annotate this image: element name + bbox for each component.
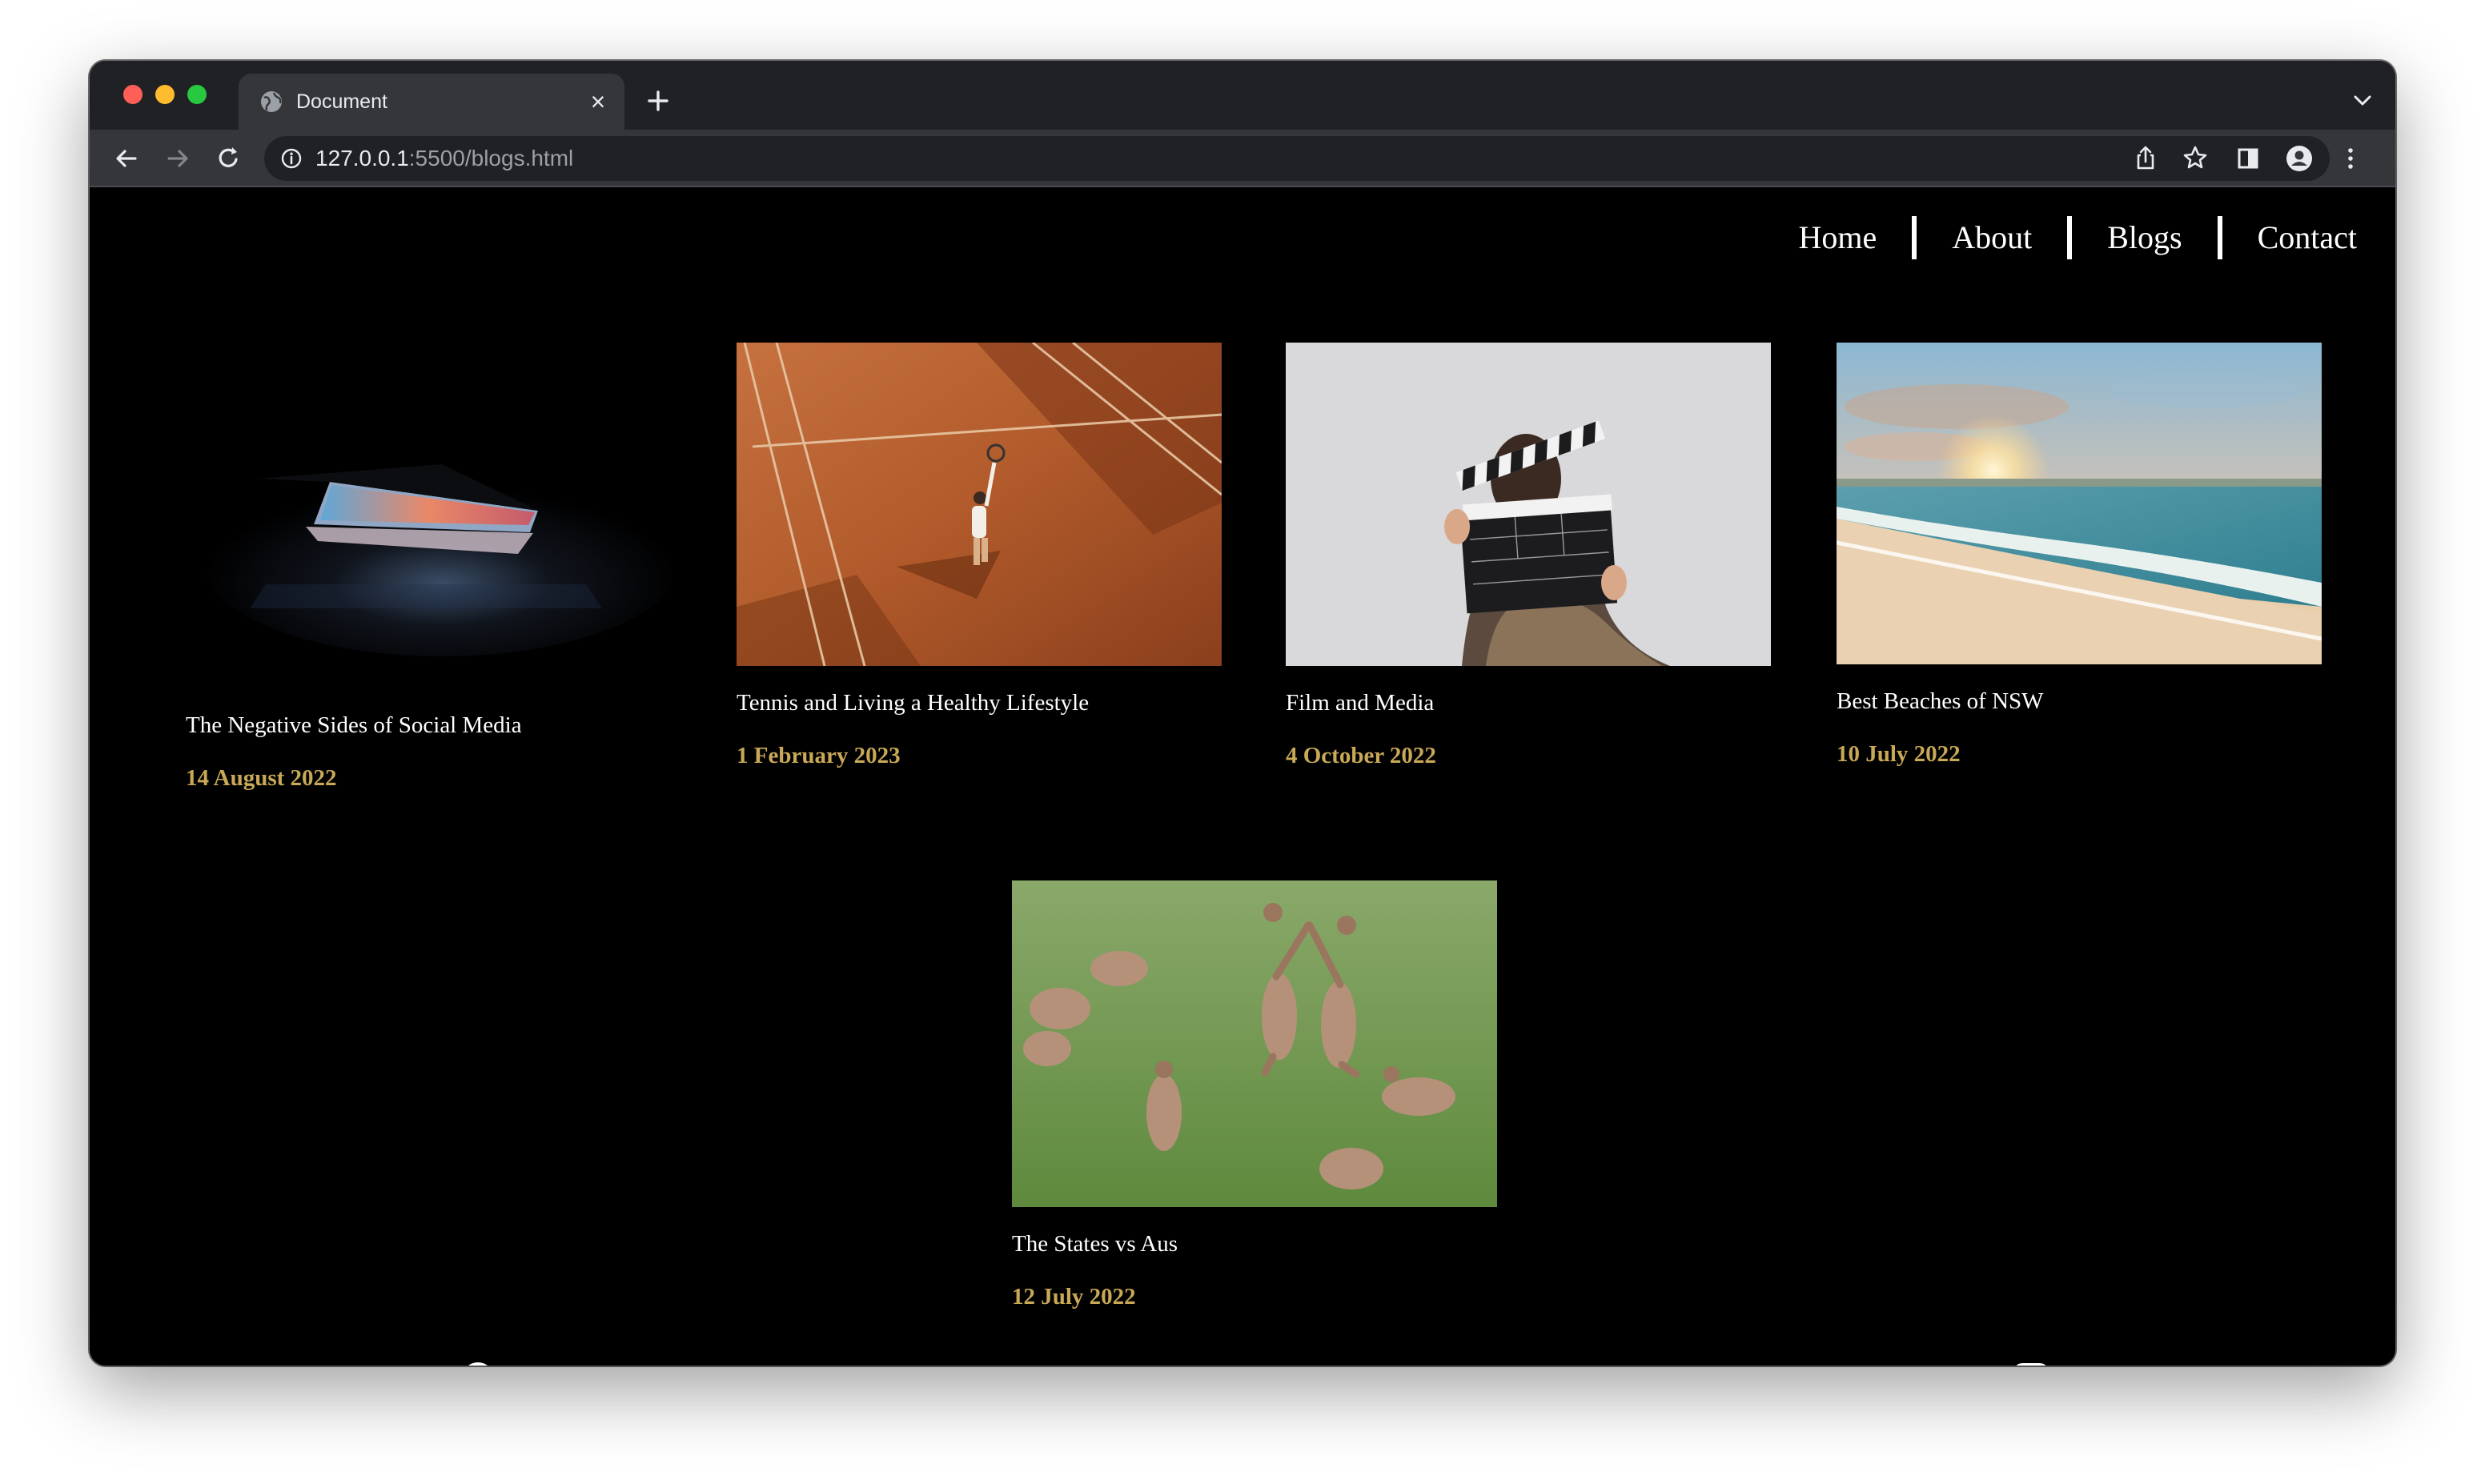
post-title[interactable]: Film and Media [1286, 688, 1771, 717]
globe-icon [261, 91, 282, 112]
share-icon[interactable] [2130, 142, 2162, 174]
tab-search-chevron-icon[interactable] [2349, 88, 2376, 112]
post-image-kangaroos[interactable] [1012, 880, 1497, 1207]
url-host: 127.0.0.1 [315, 146, 409, 170]
post-date: 1 February 2023 [737, 743, 901, 768]
post-title[interactable]: Best Beaches of NSW [1837, 687, 2322, 716]
post-image-laptop[interactable] [186, 344, 671, 688]
address-bar[interactable]: 127.0.0.1:5500/blogs.html [264, 136, 2330, 181]
blog-card[interactable]: Best Beaches of NSW 10 July 2022 [1837, 343, 2322, 768]
post-title[interactable]: The States vs Aus [1012, 1229, 1497, 1258]
close-window-button[interactable] [123, 85, 143, 104]
post-image-tennis[interactable] [737, 343, 1222, 666]
close-tab-icon[interactable]: × [584, 88, 612, 115]
browser-menu-icon[interactable] [2334, 142, 2367, 174]
side-panel-icon[interactable] [2232, 142, 2264, 174]
zoom-window-button[interactable] [187, 85, 207, 104]
forward-arrow-icon[interactable] [162, 142, 194, 174]
post-date: 12 July 2022 [1012, 1284, 1136, 1310]
footer-social-icon[interactable] [460, 1362, 496, 1366]
browser-window: Document × 127.0.0.1:5500/blogs.html Hom… [90, 61, 2395, 1366]
browser-toolbar: 127.0.0.1:5500/blogs.html [90, 130, 2395, 187]
nav-blogs-link[interactable]: Blogs [2107, 219, 2182, 257]
url-path: :5500/blogs.html [408, 146, 574, 170]
nav-contact-link[interactable]: Contact [2258, 219, 2357, 257]
post-image-beach[interactable] [1837, 343, 2322, 664]
blogs-page: Home About Blogs Contact The Negative Si… [90, 187, 2395, 1366]
bookmark-star-icon[interactable] [2179, 142, 2211, 174]
post-title[interactable]: Tennis and Living a Healthy Lifestyle [737, 688, 1222, 717]
tab-document[interactable]: Document × [239, 74, 624, 130]
post-image-clapperboard[interactable] [1286, 343, 1771, 666]
nav-divider [2217, 216, 2222, 259]
reload-icon[interactable] [213, 142, 245, 174]
footer-social-icon[interactable] [2013, 1362, 2049, 1366]
blog-card[interactable]: Tennis and Living a Healthy Lifestyle 1 … [737, 343, 1222, 770]
post-title[interactable]: The Negative Sides of Social Media [186, 711, 671, 740]
nav-about-link[interactable]: About [1952, 219, 2032, 257]
site-info-icon[interactable] [280, 147, 303, 170]
profile-avatar-icon[interactable] [2283, 142, 2315, 174]
nav-divider [2067, 216, 2073, 259]
tab-title: Document [296, 90, 387, 113]
main-nav: Home About Blogs Contact [1798, 216, 2357, 259]
blog-card[interactable]: The States vs Aus 12 July 2022 [1012, 880, 1497, 1311]
nav-home-link[interactable]: Home [1798, 219, 1877, 257]
back-arrow-icon[interactable] [110, 142, 143, 174]
blog-card[interactable]: The Negative Sides of Social Media 14 Au… [186, 344, 671, 792]
new-tab-icon[interactable] [642, 85, 674, 117]
nav-divider [1912, 216, 1917, 259]
tab-strip: Document × [90, 61, 2395, 130]
footer-social-icon[interactable] [1236, 1362, 1273, 1366]
minimize-window-button[interactable] [155, 85, 175, 104]
post-date: 4 October 2022 [1286, 743, 1436, 768]
post-date: 10 July 2022 [1837, 741, 1961, 767]
post-date: 14 August 2022 [186, 765, 337, 791]
url-text: 127.0.0.1:5500/blogs.html [315, 146, 573, 171]
blog-card[interactable]: Film and Media 4 October 2022 [1286, 343, 1771, 770]
